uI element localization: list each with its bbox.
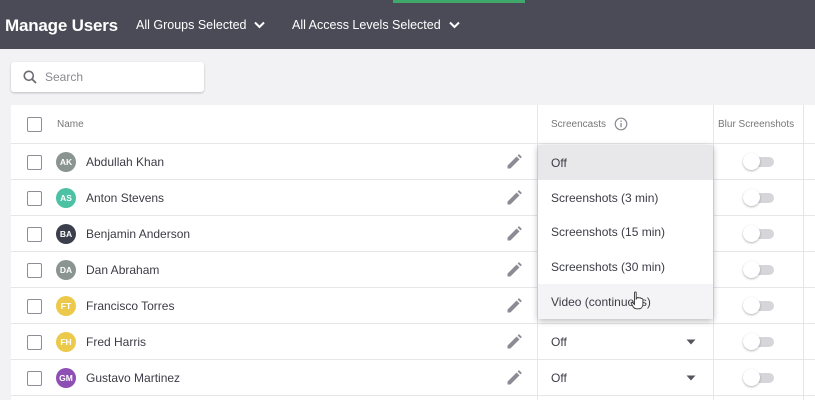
blur-screenshots-toggle[interactable] xyxy=(743,261,774,278)
menu-item-screenshots-15-min[interactable]: Screenshots (15 min) xyxy=(538,214,713,249)
blur-screenshots-toggle[interactable] xyxy=(743,153,774,170)
row-checkbox[interactable] xyxy=(27,371,42,386)
search-input[interactable] xyxy=(45,70,185,84)
avatar: GM xyxy=(56,368,76,388)
page-title: Manage Users xyxy=(5,16,118,35)
screencast-options-menu: Off Screenshots (3 min) Screenshots (15 … xyxy=(538,145,713,319)
avatar: DA xyxy=(56,260,76,280)
user-name: Gustavo Martinez xyxy=(86,371,181,385)
user-name: Dan Abraham xyxy=(86,263,160,277)
chevron-down-icon xyxy=(448,21,460,29)
row-checkbox[interactable] xyxy=(27,263,42,278)
row-checkbox[interactable] xyxy=(27,335,42,350)
row-checkbox[interactable] xyxy=(27,299,42,314)
access-levels-filter-dropdown[interactable]: All Access Levels Selected xyxy=(292,18,460,32)
pencil-icon[interactable] xyxy=(505,189,523,207)
chevron-down-icon xyxy=(254,21,266,29)
row-checkbox[interactable] xyxy=(27,155,42,170)
user-name: Abdullah Khan xyxy=(86,155,165,169)
menu-item-video-continuous[interactable]: Video (continuous) xyxy=(538,284,713,319)
table-row: FH Fred Harris Off xyxy=(11,324,815,360)
user-name: Benjamin Anderson xyxy=(86,227,191,241)
select-all-checkbox[interactable] xyxy=(27,117,42,132)
menu-item-off[interactable]: Off xyxy=(538,145,713,180)
menu-item-screenshots-30-min[interactable]: Screenshots (30 min) xyxy=(538,249,713,284)
avatar: FH xyxy=(56,332,76,352)
screencast-select[interactable]: Off xyxy=(551,335,567,349)
pencil-icon[interactable] xyxy=(505,297,523,315)
pencil-icon[interactable] xyxy=(505,369,523,387)
menu-item-screenshots-3-min[interactable]: Screenshots (3 min) xyxy=(538,180,713,215)
pencil-icon[interactable] xyxy=(505,225,523,243)
search-box[interactable] xyxy=(11,62,204,92)
info-icon[interactable] xyxy=(614,117,628,131)
table-header: Name Screencasts Blur Screenshots xyxy=(11,105,815,144)
active-tab-indicator xyxy=(393,0,525,3)
avatar: AK xyxy=(56,152,76,172)
blur-screenshots-toggle[interactable] xyxy=(743,333,774,350)
avatar: AS xyxy=(56,188,76,208)
hand-cursor-icon xyxy=(630,291,644,310)
blur-screenshots-toggle[interactable] xyxy=(743,369,774,386)
caret-down-icon[interactable] xyxy=(686,339,696,345)
avatar: BA xyxy=(56,224,76,244)
search-icon xyxy=(23,70,37,84)
screencasts-column-header: Screencasts xyxy=(551,119,607,130)
user-name: Anton Stevens xyxy=(86,191,165,205)
screencast-select[interactable]: Off xyxy=(551,371,567,385)
name-column-header[interactable]: Name xyxy=(57,119,84,130)
top-bar: Manage Users All Groups Selected All Acc… xyxy=(0,0,815,49)
user-name: Fred Harris xyxy=(86,335,147,349)
blur-screenshots-toggle[interactable] xyxy=(743,297,774,314)
table-row: GM Gustavo Martinez Off xyxy=(11,360,815,396)
blur-screenshots-column-header: Blur Screenshots xyxy=(718,119,795,130)
caret-down-icon[interactable] xyxy=(686,375,696,381)
blur-screenshots-toggle[interactable] xyxy=(743,189,774,206)
pencil-icon[interactable] xyxy=(505,261,523,279)
pencil-icon[interactable] xyxy=(505,153,523,171)
groups-filter-label: All Groups Selected xyxy=(136,18,247,32)
groups-filter-dropdown[interactable]: All Groups Selected xyxy=(136,18,266,32)
user-name: Francisco Torres xyxy=(86,299,175,313)
pencil-icon[interactable] xyxy=(505,333,523,351)
access-levels-filter-label: All Access Levels Selected xyxy=(292,18,441,32)
row-checkbox[interactable] xyxy=(27,227,42,242)
blur-screenshots-toggle[interactable] xyxy=(743,225,774,242)
row-checkbox[interactable] xyxy=(27,191,42,206)
avatar: FT xyxy=(56,296,76,316)
